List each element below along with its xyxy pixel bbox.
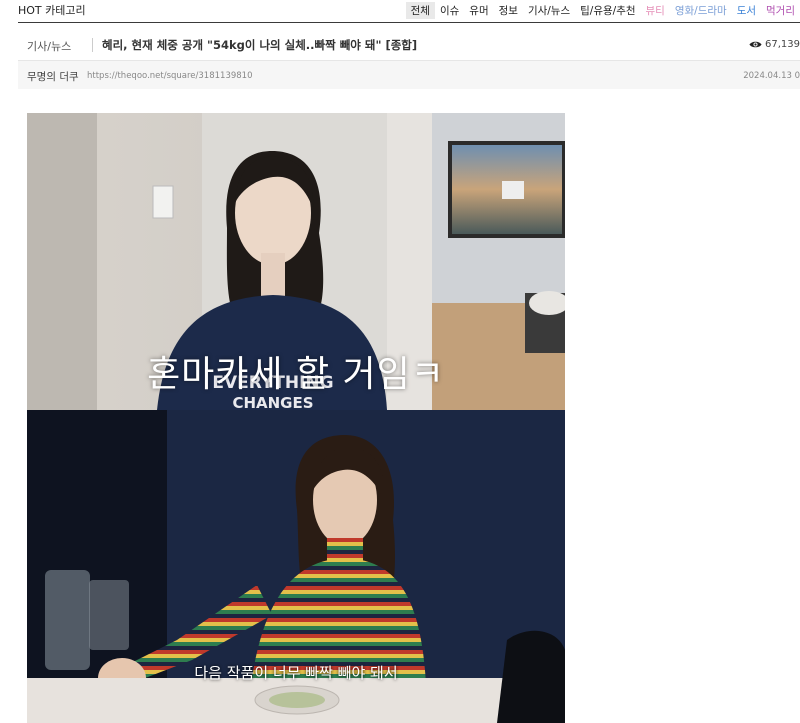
hot-label: HOT — [18, 4, 42, 17]
tab-tips[interactable]: 팁/유용/추천 — [575, 2, 640, 19]
divider — [92, 38, 93, 52]
hot-category-title[interactable]: HOT 카테고리 — [18, 2, 86, 18]
tab-humor[interactable]: 유머 — [464, 2, 493, 19]
category-tabs: 전체 이슈 유머 정보 기사/뉴스 팁/유용/추천 뷰티 영화/드라마 도서 먹… — [405, 2, 800, 19]
category-label: 카테고리 — [45, 4, 86, 17]
post-title-row: 기사/뉴스 혜리, 현재 체중 공개 "54kg이 나의 실체..빠짝 빼야 돼… — [18, 35, 800, 57]
view-count: 67,139 — [749, 39, 800, 50]
tab-news[interactable]: 기사/뉴스 — [523, 2, 575, 19]
eye-icon — [749, 41, 762, 48]
caption-bottom: 다음 작품이 너무 빠짝 빼야 돼서 — [194, 664, 398, 682]
tab-books[interactable]: 도서 — [732, 2, 761, 19]
tab-all[interactable]: 전체 — [405, 2, 435, 19]
post-category[interactable]: 기사/뉴스 — [27, 38, 71, 54]
caption-top: 혼마카세 할 거임ㅋ — [147, 354, 445, 395]
tab-food[interactable]: 먹거리 — [761, 2, 800, 19]
post-date: 2024.04.13 0 — [743, 71, 800, 81]
post-title: 혜리, 현재 체중 공개 "54kg이 나의 실체..빠짝 빼야 돼" [종합] — [102, 38, 418, 52]
tab-issue[interactable]: 이슈 — [435, 2, 464, 19]
tab-info[interactable]: 정보 — [494, 2, 523, 19]
post-meta-row: 무명의 더쿠 https://theqoo.net/square/3181139… — [18, 60, 800, 89]
video-still-bottom: 다음 작품이 너무 빠짝 빼야 돼서 — [27, 410, 565, 723]
video-still-top: EVERYTHING CHANGES 혼마카세 할 거임ㅋ — [27, 113, 565, 410]
post-url[interactable]: https://theqoo.net/square/3181139810 — [87, 71, 252, 81]
category-bar: HOT 카테고리 전체 이슈 유머 정보 기사/뉴스 팁/유용/추천 뷰티 영화… — [18, 0, 800, 23]
view-count-value: 67,139 — [765, 39, 800, 50]
tab-movie-drama[interactable]: 영화/드라마 — [670, 2, 732, 19]
tab-beauty[interactable]: 뷰티 — [641, 2, 670, 19]
post-image: EVERYTHING CHANGES 혼마카세 할 거임ㅋ 다음 작품이 너무 … — [27, 113, 565, 723]
author-name: 무명의 더쿠 — [27, 71, 79, 83]
